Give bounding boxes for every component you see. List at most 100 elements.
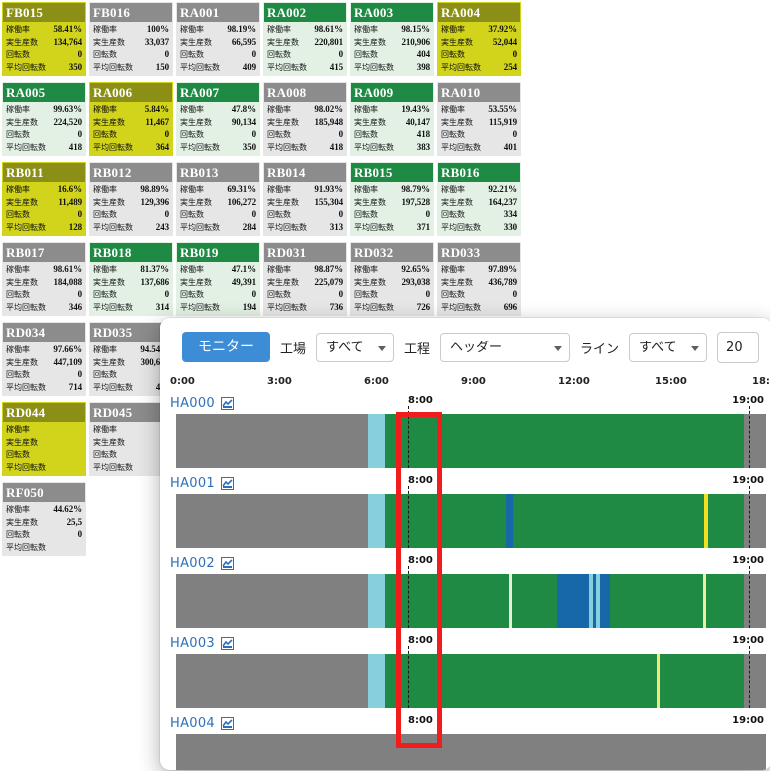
kpi-avg-rotation-label: 平均回転数 <box>93 223 133 233</box>
kpi-card[interactable]: RA004 稼働率 37.92% 実生産数 52,044 回転数 0 平均回転数 254 <box>437 2 521 76</box>
kpi-card[interactable]: RB016 稼働率 92.21% 実生産数 164,237 回転数 334 平均回転数 330 <box>437 162 521 236</box>
kpi-card-body: 稼働率 53.55% 実生産数 115,919 回転数 0 平均回転数 401 <box>438 102 520 155</box>
kpi-card[interactable]: RA009 稼働率 19.43% 実生産数 40,147 回転数 418 平均回転数 383 <box>350 82 434 156</box>
kpi-card[interactable]: RB015 稼働率 98.79% 実生産数 197,528 回転数 0 平均回転数 371 <box>350 162 434 236</box>
kpi-card[interactable]: RA005 稼働率 99.63% 実生産数 224,520 回転数 0 平均回転数 418 <box>2 82 86 156</box>
kpi-card[interactable]: RA007 稼働率 47.8% 実生産数 90,134 回転数 0 平均回転数 350 <box>176 82 260 156</box>
gantt-segment[interactable] <box>367 654 386 708</box>
chart-icon[interactable] <box>220 476 234 490</box>
kpi-utilization-label: 稼働率 <box>354 184 378 194</box>
gantt-row: HA002 8:00 19:00 <box>160 552 770 632</box>
kpi-card[interactable]: RF050 稼働率 44.62% 実生産数 25,5 回転数 0 平均回転数 <box>2 482 86 556</box>
gantt-bar-track[interactable] <box>176 574 766 628</box>
kpi-card[interactable]: RB019 稼働率 47.1% 実生産数 49,391 回転数 0 平均回転数 194 <box>176 242 260 316</box>
gantt-segment[interactable] <box>743 494 766 548</box>
gantt-segment[interactable] <box>599 574 610 628</box>
gantt-segment[interactable] <box>743 654 766 708</box>
gantt-segment[interactable] <box>513 494 705 548</box>
gantt-segment[interactable] <box>743 574 766 628</box>
gantt-segment[interactable] <box>385 654 657 708</box>
chart-icon[interactable] <box>220 636 234 650</box>
kpi-actual-production-value: 106,272 <box>227 196 256 207</box>
gantt-segment[interactable] <box>367 574 386 628</box>
kpi-card-title: RA003 <box>351 3 433 22</box>
kpi-utilization-value: 92.65% <box>401 263 430 274</box>
chart-icon[interactable] <box>220 396 234 410</box>
factory-select[interactable]: すべて <box>316 332 395 362</box>
kpi-card[interactable]: FB015 稼働率 58.41% 実生産数 134,764 回転数 0 平均回転数 350 <box>2 2 86 76</box>
gantt-segment[interactable] <box>556 574 589 628</box>
gantt-segment[interactable] <box>176 414 368 468</box>
kpi-card-body: 稼働率 81.37% 実生産数 137,686 回転数 0 平均回転数 314 <box>90 262 172 315</box>
factory-select-wrap[interactable]: すべて <box>316 332 395 362</box>
kpi-card[interactable]: RD033 稼働率 97.89% 実生産数 436,789 回転数 0 平均回転数 696 <box>437 242 521 316</box>
kpi-card[interactable]: RA008 稼働率 98.02% 実生産数 185,948 回転数 0 平均回転数 418 <box>263 82 347 156</box>
line-label: ライン <box>580 341 620 357</box>
kpi-utilization-label: 稼働率 <box>267 104 291 114</box>
kpi-actual-production: 実生産数 11,489 <box>6 197 82 208</box>
kpi-card[interactable]: RA010 稼働率 53.55% 実生産数 115,919 回転数 0 平均回転数 401 <box>437 82 521 156</box>
shift-end-marker <box>749 646 750 708</box>
kpi-actual-production-label: 実生産数 <box>180 117 212 127</box>
kpi-avg-rotation-label: 平均回転数 <box>267 223 307 233</box>
kpi-card[interactable]: RB012 稼働率 98.89% 実生産数 129,396 回転数 0 平均回転数 243 <box>89 162 173 236</box>
kpi-avg-rotation-label: 平均回転数 <box>93 463 133 473</box>
gantt-segment[interactable] <box>385 494 507 548</box>
kpi-card[interactable]: RB011 稼働率 16.6% 実生産数 11,489 回転数 0 平均回転数 128 <box>2 162 86 236</box>
kpi-rotation-value: 0 <box>77 529 83 540</box>
gantt-segment[interactable] <box>385 574 510 628</box>
monitor-button[interactable]: モニター <box>182 332 270 362</box>
kpi-card[interactable]: RB017 稼働率 98.61% 実生産数 184,088 回転数 0 平均回転数 346 <box>2 242 86 316</box>
gantt-bar-track[interactable] <box>176 734 766 770</box>
kpi-avg-rotation-label: 平均回転数 <box>267 303 307 313</box>
gantt-row-title[interactable]: HA004 <box>170 716 215 731</box>
gantt-segment[interactable] <box>367 494 386 548</box>
gantt-segment[interactable] <box>176 654 368 708</box>
kpi-card[interactable]: RA001 稼働率 98.19% 実生産数 66,595 回転数 0 平均回転数 409 <box>176 2 260 76</box>
kpi-card[interactable]: FB016 稼働率 100% 実生産数 33,037 回転数 0 平均回転数 150 <box>89 2 173 76</box>
gantt-segment[interactable] <box>609 574 703 628</box>
kpi-card[interactable]: RB018 稼働率 81.37% 実生産数 137,686 回転数 0 平均回転数 314 <box>89 242 173 316</box>
kpi-utilization-value: 98.79% <box>401 183 430 194</box>
kpi-actual-production-value: 33,037 <box>144 36 169 47</box>
kpi-actual-production: 実生産数 52,044 <box>441 37 517 48</box>
gantt-segment[interactable] <box>743 414 766 468</box>
gantt-segment[interactable] <box>385 414 744 468</box>
gantt-chart[interactable]: HA000 8:00 19:00 HA001 8:00 19:00 HA002 8:00 19:… <box>160 392 770 770</box>
kpi-card[interactable]: RB013 稼働率 69.31% 実生産数 106,272 回転数 0 平均回転数 284 <box>176 162 260 236</box>
chart-icon[interactable] <box>220 716 234 730</box>
kpi-card[interactable]: RA003 稼働率 98.15% 実生産数 210,906 回転数 404 平均回転数 398 <box>350 2 434 76</box>
gantt-segment[interactable] <box>176 574 368 628</box>
gantt-segment[interactable] <box>367 414 386 468</box>
gantt-row-title[interactable]: HA000 <box>170 396 215 411</box>
gantt-segment[interactable] <box>707 494 744 548</box>
gantt-segment[interactable] <box>506 494 514 548</box>
kpi-rotation: 回転数 0 <box>6 529 82 540</box>
factory-label: 工場 <box>280 341 307 357</box>
process-select-wrap[interactable]: ヘッダー <box>440 332 571 362</box>
line-select-wrap[interactable]: すべて <box>629 332 708 362</box>
gantt-segment[interactable] <box>659 654 744 708</box>
gantt-segment[interactable] <box>705 574 744 628</box>
kpi-avg-rotation: 平均回転数 696 <box>441 302 517 313</box>
gantt-segment[interactable] <box>176 494 368 548</box>
kpi-utilization-label: 稼働率 <box>6 184 30 194</box>
kpi-card[interactable]: RD034 稼働率 97.66% 実生産数 447,109 回転数 0 平均回転数 714 <box>2 322 86 396</box>
process-select[interactable]: ヘッダー <box>440 332 571 362</box>
gantt-bar-track[interactable] <box>176 494 766 548</box>
gantt-segment[interactable] <box>512 574 557 628</box>
kpi-card[interactable]: RD031 稼働率 98.87% 実生産数 225,079 回転数 0 平均回転数 736 <box>263 242 347 316</box>
kpi-card[interactable]: RA006 稼働率 5.84% 実生産数 11,467 回転数 0 平均回転数 364 <box>89 82 173 156</box>
gantt-bar-track[interactable] <box>176 414 766 468</box>
date-input[interactable] <box>717 331 760 363</box>
kpi-card[interactable]: RA002 稼働率 98.61% 実生産数 220,801 回転数 0 平均回転数 415 <box>263 2 347 76</box>
gantt-row-title[interactable]: HA003 <box>170 636 215 651</box>
line-select[interactable]: すべて <box>629 332 708 362</box>
chart-icon[interactable] <box>220 556 234 570</box>
gantt-row-title[interactable]: HA002 <box>170 556 215 571</box>
gantt-bar-track[interactable] <box>176 654 766 708</box>
kpi-card[interactable]: RD044 稼働率 実生産数 回転数 平均回転数 <box>2 402 86 476</box>
kpi-card[interactable]: RD032 稼働率 92.65% 実生産数 293,038 回転数 0 平均回転数 726 <box>350 242 434 316</box>
kpi-card[interactable]: RB014 稼働率 91.93% 実生産数 155,304 回転数 0 平均回転数 313 <box>263 162 347 236</box>
gantt-row-title[interactable]: HA001 <box>170 476 215 491</box>
